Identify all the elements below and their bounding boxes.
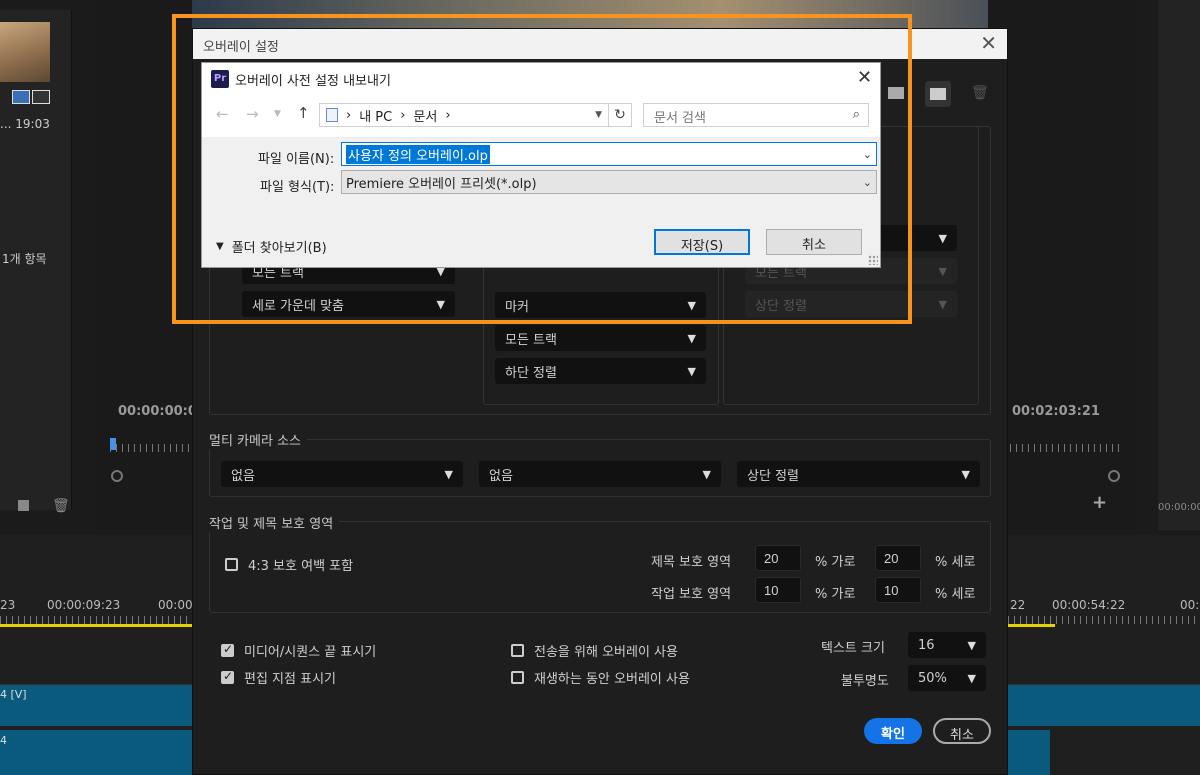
text-size-select[interactable]: 16 ▼ (908, 632, 986, 658)
tl-label-0: 23 (0, 598, 16, 612)
title-safe-h-unit: % 가로 (815, 555, 856, 570)
multicam-select-3[interactable]: 상단 정렬 ▼ (737, 461, 980, 487)
option-media-end-label: 미디어/시퀀스 끝 표시기 (244, 645, 377, 660)
playhead-marker[interactable] (110, 438, 116, 450)
option-media-end[interactable]: 미디어/시퀀스 끝 표시기 (221, 641, 376, 660)
multicam-label: 멀티 카메라 소스 (209, 430, 307, 449)
center-align-select[interactable]: 하단 정렬 ▼ (495, 358, 706, 384)
option-transmit[interactable]: 전송을 위해 오버레이 사용 (511, 641, 678, 660)
items-count: 1개 항목 (2, 252, 47, 266)
delete-preset-icon[interactable]: 🗑 (971, 85, 989, 101)
title-safe-v-unit: % 세로 (935, 555, 976, 570)
tl-label-3: 22 (1010, 598, 1026, 612)
cancel-button[interactable]: 취소 (933, 718, 991, 744)
new-item-icon[interactable] (18, 500, 29, 511)
tl-label-2: 00:00 (158, 598, 193, 612)
option-edit-point-label: 편집 지점 표시기 (244, 672, 336, 687)
trash-icon[interactable]: 🗑 (52, 498, 70, 514)
timecode-current[interactable]: 00:00:00:0 (118, 404, 197, 419)
tl-label-5: 00:0 (1180, 598, 1200, 612)
option-playback[interactable]: 재생하는 동안 오버레이 사용 (511, 668, 690, 687)
option-edit-point-box[interactable] (221, 669, 234, 684)
clip-badges (12, 90, 50, 104)
action-safe-h-input[interactable] (755, 577, 801, 603)
monitor-ruler-left[interactable] (110, 444, 192, 452)
action-safe-v-input[interactable] (875, 577, 921, 603)
thumbnail[interactable] (0, 22, 50, 82)
title-safe-h-input[interactable] (755, 545, 801, 571)
monitor-ruler-right[interactable] (1010, 444, 1120, 452)
action-safe-label: 작업 보호 영역 (651, 587, 732, 602)
scroll-handle-left[interactable] (111, 470, 123, 482)
scroll-handle-right[interactable] (1108, 470, 1120, 482)
ok-button[interactable]: 확인 (864, 718, 922, 744)
center-track-select[interactable]: 모든 트랙 ▼ (495, 325, 706, 351)
safe-margins-label: 작업 및 제목 보호 영역 (209, 513, 340, 532)
add-button-icon[interactable]: + (1092, 492, 1107, 513)
opacity-label: 불투명도 (841, 674, 889, 689)
title-safe-label: 제목 보호 영역 (651, 555, 732, 570)
option-playback-label: 재생하는 동안 오버레이 사용 (534, 672, 690, 687)
checkbox-43[interactable]: 4:3 보호 여백 포함 (225, 555, 353, 574)
export-preset-icon[interactable] (925, 81, 951, 107)
checkbox-43-box[interactable] (225, 558, 238, 571)
action-safe-v-unit: % 세로 (935, 587, 976, 602)
multicam-select-1[interactable]: 없음 ▼ (221, 461, 463, 487)
checkbox-43-label: 4:3 보호 여백 포함 (248, 559, 354, 574)
tl-label-1: 00:00:09:23 (47, 598, 121, 612)
option-playback-box[interactable] (511, 671, 524, 684)
close-icon[interactable]: ✕ (980, 33, 997, 53)
multicam-select-2[interactable]: 없음 ▼ (479, 461, 721, 487)
title-safe-v-input[interactable] (875, 545, 921, 571)
opacity-select[interactable]: 50% ▼ (908, 665, 986, 691)
option-transmit-label: 전송을 위해 오버레이 사용 (534, 645, 678, 660)
option-media-end-box[interactable] (221, 642, 234, 657)
action-safe-h-unit: % 가로 (815, 587, 856, 602)
tl-label-4: 00:00:54:22 (1052, 598, 1126, 612)
option-transmit-box[interactable] (511, 644, 524, 657)
track-label-a: 4 (0, 734, 7, 747)
timecode-duration: 00:02:03:21 (1012, 404, 1100, 419)
track-label-v: 4 [V] (0, 688, 27, 701)
text-size-label: 텍스트 크기 (821, 641, 885, 656)
option-edit-point[interactable]: 편집 지점 표시기 (221, 668, 336, 687)
clip-duration: ... 19:03 (0, 117, 50, 131)
right-panel-tc: 00:00:00 (1158, 502, 1200, 513)
highlight-box (172, 14, 912, 324)
right-panel (1158, 0, 1200, 530)
